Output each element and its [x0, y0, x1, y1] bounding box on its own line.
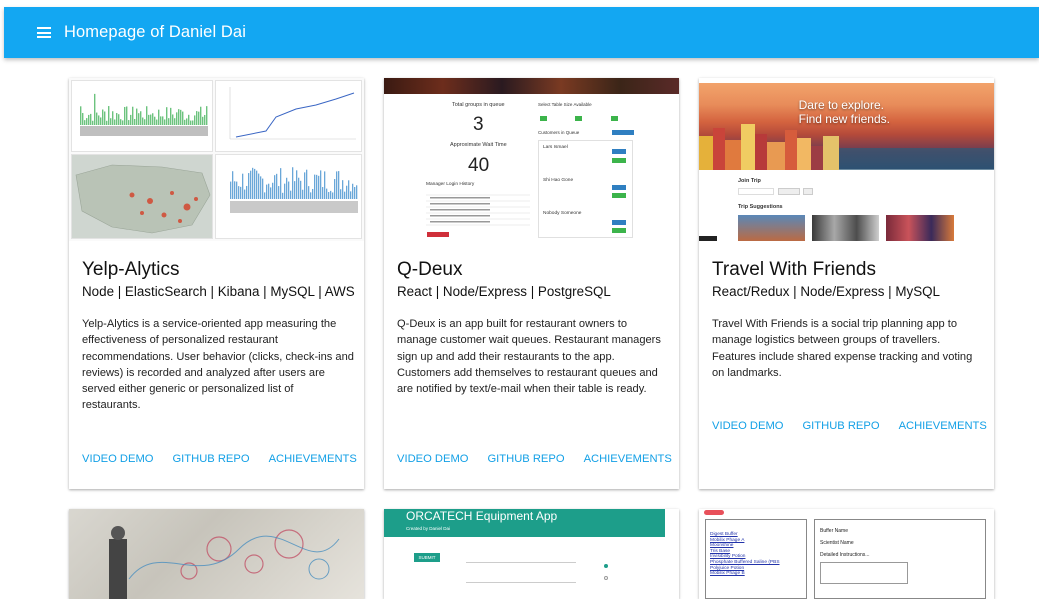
video-demo-link[interactable]: VIDEO DEMO [82, 453, 153, 465]
project-card-q-deux: Total groups in queue 3 Approximate Wait… [384, 78, 679, 489]
wait-label: Approximate Wait Time [450, 142, 507, 148]
app-bar: Homepage of Daniel Dai [4, 7, 1039, 58]
project-card-graffiti [69, 509, 364, 599]
tech-stack: React/Redux | Node/Express | MySQL [712, 284, 940, 299]
project-card-yelp-alytics: Yelp-Alytics Node | ElasticSearch | Kiba… [69, 78, 364, 489]
achievements-link[interactable]: ACHIEVEMENTS [899, 420, 987, 432]
achievements-link[interactable]: ACHIEVEMENTS [584, 453, 672, 465]
card-actions: VIDEO DEMO GITHUB REPO ACHIEVEMENTS [397, 453, 672, 465]
project-card-lab-buffers: Digest Buffer Mobilix Phage A Moonshine … [699, 509, 994, 599]
customer-name: Nobody Someone [543, 211, 582, 216]
join-trip-label: Join Trip [738, 178, 761, 184]
history-label: Manager Login History [426, 182, 475, 187]
wait-value: 40 [468, 155, 490, 176]
tech-stack: React | Node/Express | PostgreSQL [397, 284, 611, 299]
github-repo-link[interactable]: GITHUB REPO [487, 453, 564, 465]
project-title: Yelp-Alytics [82, 259, 180, 280]
project-screenshot: ORCATECH Equipment App Created by Daniel… [384, 509, 679, 599]
project-card-travel-with-friends: Dare to explore. Find new friends. Join … [699, 78, 994, 489]
restaurant-banner-graphic [384, 78, 679, 94]
table-size-label: Select Table Size Available [538, 102, 592, 107]
line-chart-graphic [229, 87, 356, 140]
project-screenshot: Total groups in queue 3 Approximate Wait… [384, 78, 679, 241]
project-description: Q-Deux is an app built for restaurant ow… [397, 318, 661, 396]
card-actions: VIDEO DEMO GITHUB REPO ACHIEVEMENTS [712, 420, 987, 432]
buffer-list: Digest Buffer Mobilix Phage A Moonshine … [705, 519, 807, 599]
video-demo-link[interactable]: VIDEO DEMO [397, 453, 468, 465]
hero-tagline: Dare to explore. Find new friends. [798, 98, 890, 126]
groups-value: 3 [473, 114, 484, 135]
project-screenshot [69, 509, 364, 599]
github-repo-link[interactable]: GITHUB REPO [802, 420, 879, 432]
video-demo-link[interactable]: VIDEO DEMO [712, 420, 783, 432]
groups-label: Total groups in queue [452, 102, 505, 108]
customer-name: Shi Hao Gone [543, 178, 574, 183]
graffiti-wall-graphic [109, 526, 340, 599]
bar-histogram-graphic [80, 93, 208, 136]
tech-stack: Node | ElasticSearch | Kibana | MySQL | … [82, 284, 355, 299]
github-repo-link[interactable]: GITHUB REPO [172, 453, 249, 465]
achievements-link[interactable]: ACHIEVEMENTS [269, 453, 357, 465]
page-title: Homepage of Daniel Dai [64, 23, 246, 41]
trip-suggestions-label: Trip Suggestions [738, 204, 783, 210]
project-title: Travel With Friends [712, 259, 876, 280]
project-title: Q-Deux [397, 259, 463, 280]
project-screenshot: Digest Buffer Mobilix Phage A Moonshine … [699, 509, 994, 599]
card-actions: VIDEO DEMO GITHUB REPO ACHIEVEMENTS [82, 453, 357, 465]
submit-button: SUBMIT [414, 553, 440, 562]
project-description: Travel With Friends is a social trip pla… [712, 318, 973, 379]
logout-button [427, 232, 449, 237]
orcatech-header: ORCATECH Equipment App Created by Daniel… [384, 509, 665, 537]
menu-icon[interactable] [37, 27, 51, 38]
customer-name: Lars Ismael [543, 145, 568, 150]
us-map-graphic [75, 164, 211, 234]
customers-label: Customers in Queue [538, 130, 580, 135]
project-screenshot [69, 78, 364, 241]
project-card-orcatech: ORCATECH Equipment App Created by Daniel… [384, 509, 679, 599]
history-table-graphic [426, 194, 530, 226]
project-description: Yelp-Alytics is a service-oriented app m… [82, 318, 354, 412]
frequency-chart-graphic [230, 167, 358, 213]
buffer-form: Buffer Name Scientist Name Detailed Inst… [814, 519, 986, 599]
project-screenshot: Dare to explore. Find new friends. Join … [699, 78, 994, 241]
